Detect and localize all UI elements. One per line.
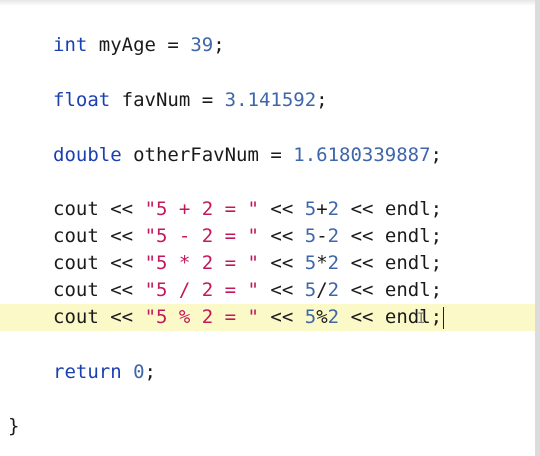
stream-operator: << [110,198,134,220]
cout-keyword: cout [53,225,99,247]
stream-operator: << [350,279,374,301]
number-literal: 0 [133,361,145,383]
closing-brace: } [8,415,20,437]
stream-operator: << [350,225,374,247]
number-literal: 2 [327,279,340,301]
editor-scrollbar-edge[interactable] [535,0,540,456]
type-keyword: double [53,144,122,166]
operator-symbol: / [316,279,328,301]
operator-symbol: + [316,198,328,220]
number-literal: 2 [327,252,340,274]
number-literal: 2 [327,225,340,247]
number-literal: 5 [304,252,317,274]
string-literal: "5 * 2 = " [144,252,259,274]
cout-keyword: cout [53,252,99,274]
code-line[interactable]: cout << "5 - 2 = " << 5-2 << endl; [0,223,535,250]
cout-statement: cout << "5 / 2 = " << 5/2 << endl; [53,277,442,304]
code-line[interactable]: return 0; [0,359,535,386]
code-line[interactable]: } [0,413,535,440]
code-line[interactable]: cout << "5 / 2 = " << 5/2 << endl; [0,277,535,304]
cout-keyword: cout [53,279,99,301]
semicolon: ; [144,361,156,383]
stream-operator: << [110,225,134,247]
cout-statement: cout << "5 + 2 = " << 5+2 << endl; [53,196,442,223]
code-editor[interactable]: int myAge = 39; float favNum = 3.141592;… [0,0,540,456]
ibeam-cursor-icon: I [417,311,426,327]
number-literal: 5 [304,198,317,220]
stream-operator: << [270,306,294,328]
operator-symbol: - [316,225,328,247]
return-keyword: return [53,361,122,383]
stream-operator: << [350,198,374,220]
declaration: double otherFavNum = 1.6180339887; [53,144,442,166]
string-literal: "5 % 2 = " [144,306,259,328]
string-literal: "5 - 2 = " [144,225,259,247]
stream-operator: << [270,252,294,274]
code-line[interactable]: cout << "5 + 2 = " << 5+2 << endl; [0,196,535,223]
declaration: int myAge = 39; [53,34,225,56]
cout-keyword: cout [53,198,99,220]
endl-keyword: endl; [384,225,443,247]
cout-keyword: cout [53,306,99,328]
operator-symbol: % [316,306,328,328]
number-literal: 2 [327,306,340,328]
declaration: float favNum = 3.141592; [53,89,328,111]
editor-top-edge [0,0,540,6]
stream-operator: << [110,252,134,274]
text-caret [443,306,445,329]
string-literal: "5 / 2 = " [144,279,259,301]
stream-operator: << [270,198,294,220]
string-literal: "5 + 2 = " [144,198,259,220]
code-line[interactable]: float favNum = 3.141592; [0,87,535,114]
endl-keyword: endl; [384,279,443,301]
number-literal: 5 [304,279,317,301]
variable-name: myAge [98,34,156,56]
number-literal: 5 [304,225,317,247]
endl-keyword: endl; [384,306,443,328]
stream-operator: << [110,306,134,328]
type-keyword: int [53,34,88,56]
stream-operator: << [270,225,294,247]
number-literal: 39 [190,34,214,56]
stream-operator: << [110,279,134,301]
variable-name: favNum [121,89,191,111]
type-keyword: float [53,89,111,111]
number-literal: 3.141592 [224,89,317,111]
endl-keyword: endl; [384,198,443,220]
code-line[interactable]: int myAge = 39; [0,32,535,59]
endl-keyword: endl; [384,252,443,274]
stream-operator: << [270,279,294,301]
cout-statement: cout << "5 - 2 = " << 5-2 << endl; [53,223,442,250]
cout-statement: cout << "5 % 2 = " << 5%2 << endl; [53,304,445,331]
code-line[interactable]: cout << "5 * 2 = " << 5*2 << endl; [0,250,535,277]
stream-operator: << [350,306,374,328]
number-literal: 2 [327,198,340,220]
number-literal: 1.6180339887 [293,144,431,166]
return-statement: return 0; [53,359,156,386]
operator-symbol: * [316,252,328,274]
code-line[interactable]: double otherFavNum = 1.6180339887; [0,142,535,169]
current-code-line[interactable]: cout << "5 % 2 = " << 5%2 << endl; [0,304,535,331]
number-literal: 5 [304,306,317,328]
stream-operator: << [350,252,374,274]
variable-name: otherFavNum [133,144,259,166]
cout-statement: cout << "5 * 2 = " << 5*2 << endl; [53,250,442,277]
